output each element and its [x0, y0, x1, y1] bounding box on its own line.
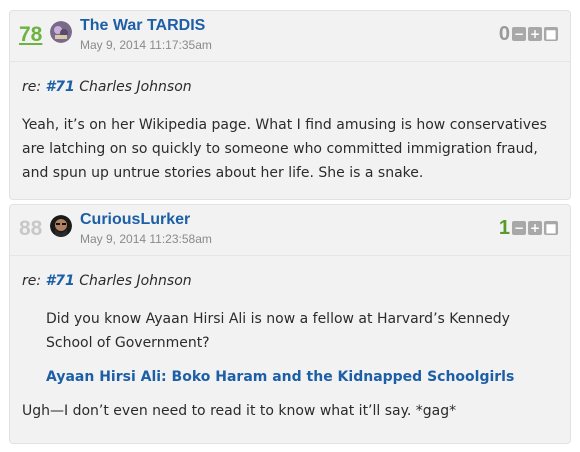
blockquote: Did you know Ayaan Hirsi Ali is now a fe…	[46, 307, 558, 389]
comment-body: re: #71 Charles Johnson Yeah, it’s on he…	[22, 71, 558, 185]
username[interactable]: The War TARDIS	[80, 17, 205, 35]
downvote-button[interactable]: −	[512, 27, 526, 41]
flag-button[interactable]: ■	[544, 27, 558, 41]
comment: 88 CuriousLurker May 9, 2014 11:23:58am …	[9, 204, 571, 444]
comment-text: Ugh—I don’t even need to read it to know…	[22, 403, 457, 419]
comment-number[interactable]: 78	[19, 23, 42, 47]
comment-number[interactable]: 88	[19, 217, 42, 241]
reply-prefix: re:	[22, 79, 42, 95]
upvote-button[interactable]: +	[528, 27, 542, 41]
reply-name: Charles Johnson	[79, 79, 192, 95]
comment-header: 78 The War TARDIS May 9, 2014 11:17:35am…	[10, 11, 570, 62]
avatar[interactable]	[50, 215, 72, 237]
reply-reference: re: #71 Charles Johnson	[22, 269, 558, 293]
vote-buttons: − + ■	[512, 27, 558, 41]
comment-body: re: #71 Charles Johnson Did you know Aya…	[22, 265, 558, 423]
reply-reference: re: #71 Charles Johnson	[22, 75, 558, 99]
username[interactable]: CuriousLurker	[80, 211, 190, 229]
comment-text: Yeah, it’s on her Wikipedia page. What I…	[22, 117, 547, 181]
avatar[interactable]	[50, 21, 72, 43]
vote-buttons: − + ■	[512, 221, 558, 235]
comment-header: 88 CuriousLurker May 9, 2014 11:23:58am …	[10, 205, 570, 256]
timestamp: May 9, 2014 11:17:35am	[80, 38, 212, 52]
vote-score: 1	[498, 217, 510, 239]
flag-button[interactable]: ■	[544, 221, 558, 235]
article-link[interactable]: Ayaan Hirsi Ali: Boko Haram and the Kidn…	[46, 365, 558, 389]
downvote-button[interactable]: −	[512, 221, 526, 235]
upvote-button[interactable]: +	[528, 221, 542, 235]
reply-name: Charles Johnson	[79, 273, 192, 289]
quote-text: Did you know Ayaan Hirsi Ali is now a fe…	[46, 311, 510, 351]
comment: 78 The War TARDIS May 9, 2014 11:17:35am…	[9, 10, 571, 200]
vote-score: 0	[498, 23, 510, 45]
reply-link[interactable]: #71	[46, 79, 75, 95]
timestamp: May 9, 2014 11:23:58am	[80, 232, 212, 246]
reply-link[interactable]: #71	[46, 273, 75, 289]
reply-prefix: re:	[22, 273, 42, 289]
